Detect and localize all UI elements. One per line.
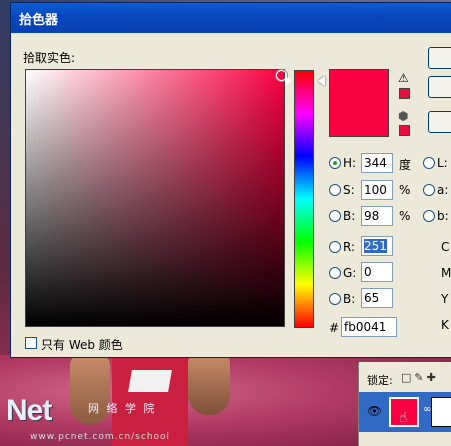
photo-shirt-mark <box>128 370 172 392</box>
saturation-unit: % <box>399 183 411 197</box>
brightness-input[interactable]: 98 <box>361 206 393 226</box>
color-field[interactable] <box>25 69 285 327</box>
hue-unit: 度 <box>399 158 412 172</box>
ok-button[interactable] <box>428 47 451 69</box>
radio-red[interactable] <box>329 241 341 253</box>
color-picker-dialog: 拾色器 拾取实色: ⚠ ⬢ H: 344 度 S: 100 % B: 98 % … <box>10 2 451 358</box>
lock-label: 锁定: <box>367 374 393 387</box>
watermark-cn: 网 络 学 院 <box>88 402 157 415</box>
web-colors-label: 只有 Web 颜色 <box>41 338 123 352</box>
titlebar[interactable]: 拾色器 <box>11 3 451 33</box>
hex-label: # <box>329 321 340 335</box>
red-input-value[interactable]: 251 <box>364 239 387 253</box>
web-safe-cube-icon[interactable]: ⬢ <box>398 109 408 123</box>
layer-row[interactable]: 👁 ☝ ∞ <box>359 392 451 432</box>
lock-icons[interactable]: □✎✚ <box>401 371 439 384</box>
layers-panel: 锁定: □✎✚ 👁 ☝ ∞ <box>358 362 451 446</box>
current-color-swatch[interactable] <box>329 103 389 137</box>
brightness-unit: % <box>399 209 411 223</box>
color-libraries-button[interactable] <box>428 111 451 133</box>
radio-lab-b[interactable] <box>423 210 435 222</box>
green-input[interactable]: 0 <box>361 262 393 282</box>
brightness-label: B: <box>343 209 356 223</box>
new-color-swatch <box>329 69 389 103</box>
watermark-url: www.pcnet.com.cn/school <box>30 432 171 442</box>
blue-label: B: <box>343 292 356 306</box>
radio-saturation[interactable] <box>329 184 341 196</box>
eye-icon[interactable]: 👁 <box>367 404 382 418</box>
radio-brightness[interactable] <box>329 210 341 222</box>
lab-l-label: L: <box>437 156 448 170</box>
cancel-button[interactable] <box>428 76 451 98</box>
radio-hue[interactable] <box>329 157 341 169</box>
web-colors-checkbox[interactable] <box>25 337 37 349</box>
radio-lab-l[interactable] <box>423 157 435 169</box>
gamut-warning-icon[interactable]: ⚠ <box>398 71 409 85</box>
lab-b-label: b: <box>437 209 449 223</box>
gamut-warning-swatch[interactable] <box>399 88 410 99</box>
cmyk-y-label: Y <box>441 292 449 306</box>
cmyk-k-label: K <box>441 318 449 332</box>
saturation-label: S: <box>343 183 355 197</box>
watermark-logo: Net <box>6 394 52 427</box>
radio-lab-a[interactable] <box>423 184 435 196</box>
hex-input[interactable]: fb0041 <box>341 317 397 337</box>
cmyk-m-label: M <box>441 266 451 280</box>
red-input[interactable]: 251 <box>361 236 393 256</box>
radio-green[interactable] <box>329 267 341 279</box>
hue-slider-arrow-right[interactable] <box>318 76 325 86</box>
lab-a-label: a: <box>437 183 449 197</box>
radio-blue[interactable] <box>329 293 341 305</box>
blue-input[interactable]: 65 <box>361 288 393 308</box>
hue-slider-arrow-left[interactable] <box>285 76 292 86</box>
hue-input[interactable]: 344 <box>361 153 393 173</box>
hue-label: H: <box>343 156 357 170</box>
web-safe-swatch[interactable] <box>399 125 410 136</box>
hue-slider[interactable] <box>294 70 314 328</box>
green-label: G: <box>343 266 357 280</box>
hand-cursor-icon: ☝ <box>399 410 408 426</box>
saturation-input[interactable]: 100 <box>361 180 393 200</box>
mask-thumbnail[interactable] <box>431 397 451 427</box>
pick-color-label: 拾取实色: <box>23 51 76 65</box>
cmyk-c-label: C <box>441 240 450 254</box>
dialog-title: 拾色器 <box>19 13 59 28</box>
red-label: R: <box>343 240 356 254</box>
photo-arm-right <box>188 355 230 415</box>
